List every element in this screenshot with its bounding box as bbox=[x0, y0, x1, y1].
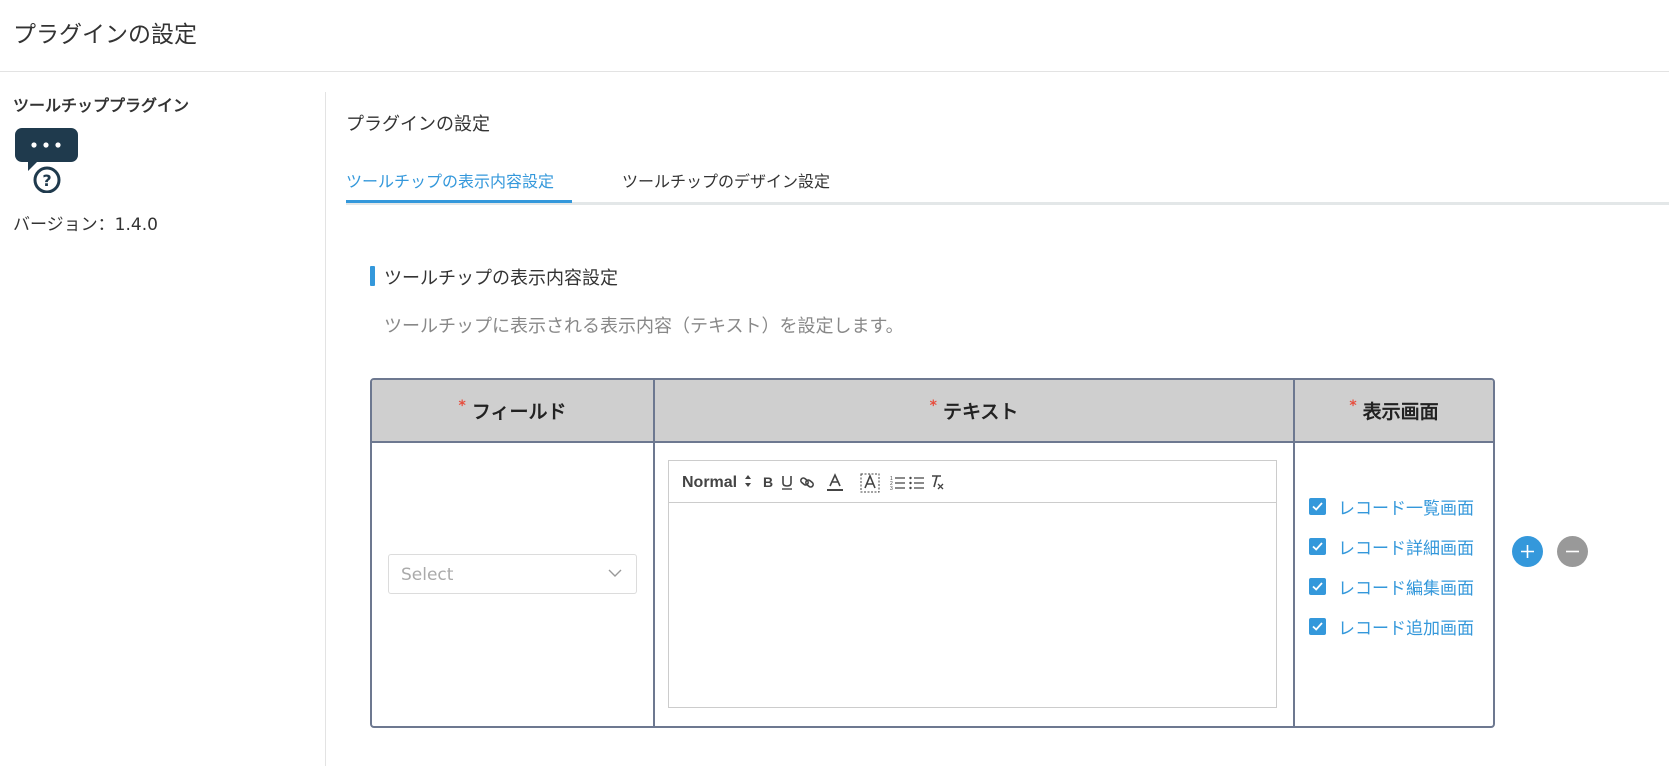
font-color-icon[interactable] bbox=[826, 473, 844, 493]
checkbox-checked-icon[interactable] bbox=[1309, 577, 1326, 595]
editor-content-area[interactable] bbox=[669, 504, 1276, 707]
column-divider bbox=[653, 380, 655, 726]
screen-label-edit[interactable]: レコード編集画面 bbox=[1338, 574, 1474, 599]
page-header: プラグインの設定 bbox=[0, 0, 1669, 72]
field-select-placeholder: Select bbox=[401, 565, 454, 585]
header-screens-label: 表示画面 bbox=[1362, 401, 1439, 423]
tab-display-content[interactable]: ツールチップの表示内容設定 bbox=[346, 168, 554, 192]
checkbox-checked-icon[interactable] bbox=[1309, 497, 1326, 515]
plugin-version: バージョン：1.4.0 bbox=[13, 215, 158, 235]
section-title: ツールチップの表示内容設定 bbox=[370, 264, 618, 290]
format-select-label: Normal bbox=[682, 474, 738, 491]
page-title: プラグインの設定 bbox=[13, 22, 197, 48]
svg-text:?: ? bbox=[42, 171, 51, 190]
header-text: * テキスト bbox=[655, 380, 1293, 443]
header-text-label: テキスト bbox=[942, 401, 1019, 423]
chevron-down-icon bbox=[608, 565, 622, 579]
header-screens: * 表示画面 bbox=[1295, 380, 1493, 443]
tooltip-config-table: * フィールド * テキスト * 表示画面 Select Normal B 1 … bbox=[370, 378, 1495, 728]
screen-checkbox-list[interactable]: レコード一覧画面 bbox=[1309, 494, 1474, 519]
plus-icon bbox=[1521, 545, 1534, 558]
add-row-button[interactable] bbox=[1512, 536, 1543, 567]
sidebar-divider bbox=[325, 92, 326, 766]
screen-label-detail[interactable]: レコード詳細画面 bbox=[1338, 534, 1474, 559]
svg-text:3: 3 bbox=[890, 486, 893, 491]
checkbox-checked-icon[interactable] bbox=[1309, 537, 1326, 555]
column-divider bbox=[1293, 380, 1295, 726]
required-mark: * bbox=[458, 397, 466, 414]
bold-icon[interactable]: B bbox=[761, 473, 775, 493]
remove-row-button[interactable] bbox=[1557, 536, 1588, 567]
settings-tabs: ツールチップの表示内容設定 ツールチップのデザイン設定 bbox=[346, 160, 1669, 205]
background-color-icon[interactable] bbox=[860, 473, 880, 493]
format-arrows-icon bbox=[744, 475, 751, 487]
minus-icon bbox=[1566, 550, 1579, 553]
editor-toolbar: Normal B 123 bbox=[669, 461, 1276, 503]
active-tab-indicator bbox=[346, 200, 572, 203]
section-description: ツールチップに表示される表示内容（テキスト）を設定します。 bbox=[384, 316, 904, 337]
format-select[interactable]: Normal bbox=[682, 474, 752, 494]
screen-checkbox-detail[interactable]: レコード詳細画面 bbox=[1309, 534, 1474, 559]
link-icon[interactable] bbox=[799, 473, 815, 493]
settings-title: プラグインの設定 bbox=[346, 114, 490, 135]
tab-design[interactable]: ツールチップのデザイン設定 bbox=[622, 168, 830, 192]
tooltip-plugin-icon: ? bbox=[14, 127, 84, 194]
underline-icon[interactable] bbox=[780, 473, 794, 493]
plugin-name: ツールチッププラグイン bbox=[13, 96, 190, 115]
required-mark: * bbox=[929, 397, 937, 414]
bullet-list-icon[interactable] bbox=[909, 473, 925, 493]
screen-label-list[interactable]: レコード一覧画面 bbox=[1338, 494, 1474, 519]
ordered-list-icon[interactable]: 123 bbox=[890, 473, 906, 493]
screen-label-create[interactable]: レコード追加画面 bbox=[1338, 614, 1474, 639]
required-mark: * bbox=[1349, 397, 1357, 414]
clear-format-icon[interactable] bbox=[929, 473, 945, 493]
screen-checkbox-create[interactable]: レコード追加画面 bbox=[1309, 614, 1474, 639]
checkbox-checked-icon[interactable] bbox=[1309, 617, 1326, 635]
plugin-sidebar: ツールチッププラグイン ? バージョン：1.4.0 bbox=[13, 92, 313, 235]
tooltip-text-editor: Normal B 123 bbox=[668, 460, 1277, 708]
header-field: * フィールド bbox=[372, 380, 653, 443]
field-select[interactable]: Select bbox=[388, 554, 637, 594]
header-field-label: フィールド bbox=[471, 401, 567, 423]
svg-text:B: B bbox=[763, 474, 773, 490]
screen-checkbox-edit[interactable]: レコード編集画面 bbox=[1309, 574, 1474, 599]
